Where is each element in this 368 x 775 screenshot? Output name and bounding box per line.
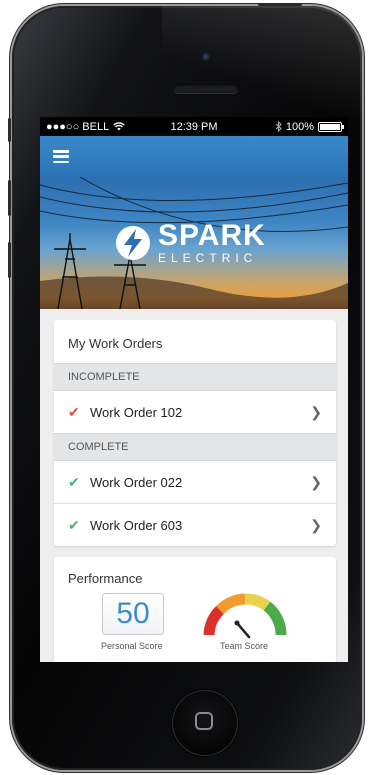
card-title: My Work Orders (68, 336, 163, 351)
chevron-right-icon: ❯ (310, 403, 322, 420)
chevron-right-icon: ❯ (310, 473, 322, 490)
personal-score-value: 50 (102, 593, 164, 635)
earpiece-speaker (174, 84, 238, 93)
spark-electric-logo: SPARK ELECTRIC (114, 221, 266, 264)
work-order-label: Work Order 102 (90, 404, 183, 420)
status-time: 12:39 PM (170, 120, 218, 133)
complete-check-icon: ✔ (68, 516, 80, 533)
performance-card: Performance 50 Personal Score Team Score (54, 557, 336, 662)
status-bar: ●●●○○ BELL 12:39 PM 100% (40, 117, 348, 136)
team-score-label: Team Score (220, 641, 269, 651)
logo-word: SPARK (158, 219, 266, 252)
hero-banner: SPARK ELECTRIC (40, 177, 348, 309)
section-header-incomplete: INCOMPLETE (54, 363, 336, 391)
work-order-label: Work Order 022 (90, 474, 183, 490)
incomplete-check-icon: ✔ (68, 403, 80, 420)
nav-bar (40, 136, 348, 177)
section-header-complete: COMPLETE (54, 433, 336, 461)
personal-score-label: Personal Score (101, 641, 163, 651)
work-order-label: Work Order 603 (90, 517, 183, 533)
work-order-row[interactable]: ✔ Work Order 603 ❯ (54, 503, 336, 546)
work-orders-card: My Work Orders INCOMPLETE ✔ Work Order 1… (54, 320, 336, 546)
work-order-row[interactable]: ✔ Work Order 102 ❯ (54, 391, 336, 433)
chevron-right-icon: ❯ (310, 516, 322, 533)
work-order-row[interactable]: ✔ Work Order 022 ❯ (54, 461, 336, 503)
menu-icon[interactable] (53, 150, 69, 163)
mute-switch (8, 118, 11, 142)
volume-down-button (8, 242, 11, 278)
logo-subword: ELECTRIC (158, 251, 258, 265)
team-score-gauge-icon (203, 593, 287, 639)
performance-title: Performance (68, 571, 143, 586)
app-screen: ●●●○○ BELL 12:39 PM 100% SPARK ELECTRIC … (40, 117, 348, 662)
battery-icon (318, 121, 344, 132)
lightning-bolt-icon (116, 225, 150, 260)
sleep-button (258, 3, 302, 6)
volume-up-button (8, 180, 11, 216)
front-camera (202, 53, 211, 62)
home-button[interactable] (172, 690, 238, 756)
complete-check-icon: ✔ (68, 473, 80, 490)
